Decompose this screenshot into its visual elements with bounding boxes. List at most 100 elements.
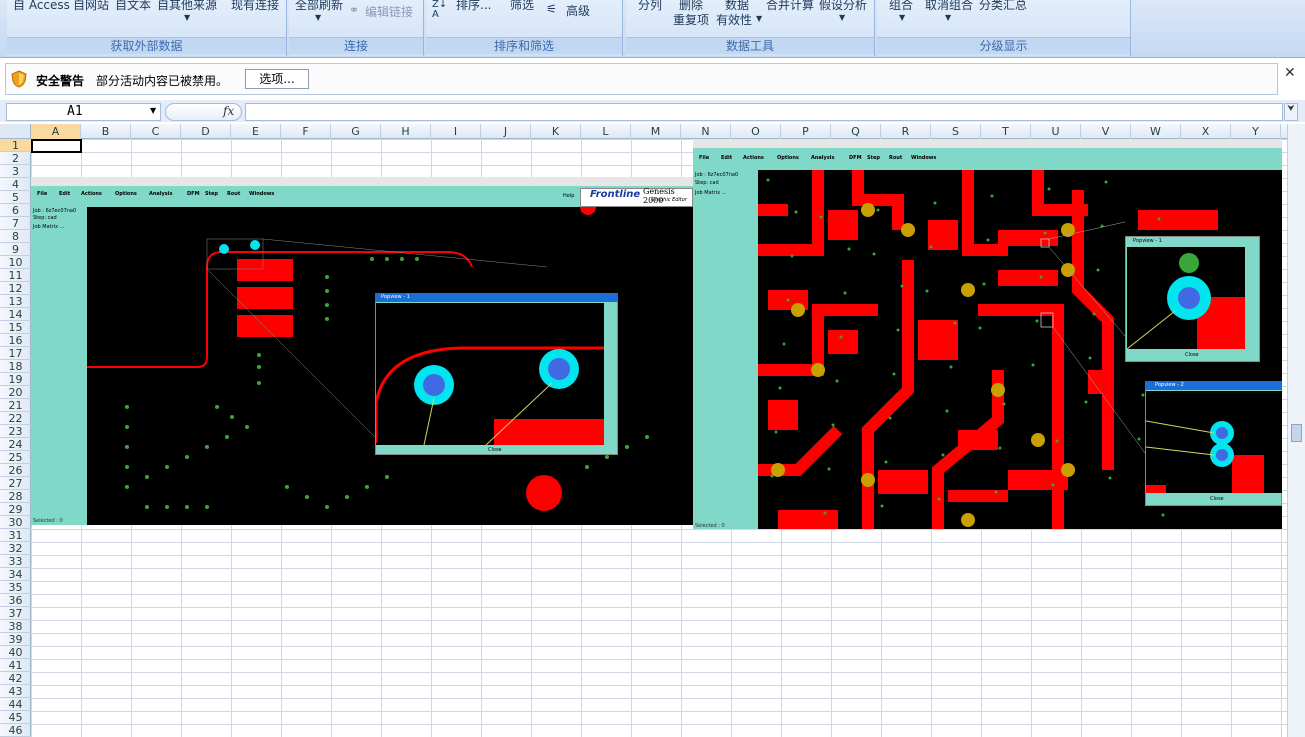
row-header-13[interactable]: 13 xyxy=(0,295,31,308)
row-header-28[interactable]: 28 xyxy=(0,490,31,503)
row-header-32[interactable]: 32 xyxy=(0,542,31,555)
options-button[interactable]: 选项... xyxy=(245,69,309,89)
popview-2b-close-button[interactable]: Close xyxy=(1210,496,1224,502)
column-header-q[interactable]: Q xyxy=(831,124,881,139)
row-header-34[interactable]: 34 xyxy=(0,568,31,581)
formula-input[interactable] xyxy=(245,103,1283,121)
row-header-9[interactable]: 9 xyxy=(0,243,31,256)
column-header-e[interactable]: E xyxy=(231,124,281,139)
embedded-screenshot-2[interactable]: File Edit Actions Options Analysis DFM Step Rou… xyxy=(693,139,1282,529)
row-header-41[interactable]: 41 xyxy=(0,659,31,672)
edit-links-button[interactable]: 编辑链接 xyxy=(365,3,413,20)
row-header-38[interactable]: 38 xyxy=(0,620,31,633)
fx-button[interactable]: fx xyxy=(223,104,234,118)
column-header-x[interactable]: X xyxy=(1181,124,1231,139)
column-header-o[interactable]: O xyxy=(731,124,781,139)
column-header-l[interactable]: L xyxy=(581,124,631,139)
from-access-button[interactable]: 自 Access xyxy=(13,0,70,13)
row-header-6[interactable]: 6 xyxy=(0,204,31,217)
ungroup-button[interactable]: 取消组合 xyxy=(925,0,973,13)
column-header-a[interactable]: A xyxy=(31,124,81,139)
column-header-c[interactable]: C xyxy=(131,124,181,139)
row-header-8[interactable]: 8 xyxy=(0,230,31,243)
row-header-42[interactable]: 42 xyxy=(0,672,31,685)
row-header-30[interactable]: 30 xyxy=(0,516,31,529)
column-header-t[interactable]: T xyxy=(981,124,1031,139)
row-header-46[interactable]: 46 xyxy=(0,724,31,737)
row-header-40[interactable]: 40 xyxy=(0,646,31,659)
active-cell-a1[interactable] xyxy=(31,139,82,153)
select-all-corner[interactable] xyxy=(0,124,31,139)
name-box[interactable]: A1 xyxy=(6,103,161,121)
column-header-k[interactable]: K xyxy=(531,124,581,139)
row-header-25[interactable]: 25 xyxy=(0,451,31,464)
column-header-d[interactable]: D xyxy=(181,124,231,139)
embedded-screenshot-1[interactable]: File Edit Actions Options Analysis DFM Step Rou… xyxy=(31,177,693,525)
row-header-31[interactable]: 31 xyxy=(0,529,31,542)
advanced-button[interactable]: 高级 xyxy=(566,2,590,19)
column-header-b[interactable]: B xyxy=(81,124,131,139)
row-header-22[interactable]: 22 xyxy=(0,412,31,425)
row-header-37[interactable]: 37 xyxy=(0,607,31,620)
expand-formula-bar-icon[interactable]: ⮟ xyxy=(1284,103,1298,121)
popview-2a-close-button[interactable]: Close xyxy=(1185,352,1199,358)
row-header-29[interactable]: 29 xyxy=(0,503,31,516)
sort-button[interactable]: 排序... xyxy=(456,0,491,13)
refresh-all-button[interactable]: 全部刷新 xyxy=(295,0,343,13)
row-header-39[interactable]: 39 xyxy=(0,633,31,646)
filter-button[interactable]: 筛选 xyxy=(510,0,534,13)
column-header-j[interactable]: J xyxy=(481,124,531,139)
row-header-43[interactable]: 43 xyxy=(0,685,31,698)
row-header-15[interactable]: 15 xyxy=(0,321,31,334)
row-header-26[interactable]: 26 xyxy=(0,464,31,477)
row-header-1[interactable]: 1 xyxy=(0,139,31,152)
row-header-7[interactable]: 7 xyxy=(0,217,31,230)
row-header-18[interactable]: 18 xyxy=(0,360,31,373)
column-header-i[interactable]: I xyxy=(431,124,481,139)
row-header-16[interactable]: 16 xyxy=(0,334,31,347)
column-header-g[interactable]: G xyxy=(331,124,381,139)
row-header-3[interactable]: 3 xyxy=(0,165,31,178)
sort-za-icon[interactable]: Z↓ A xyxy=(432,0,447,20)
column-header-m[interactable]: M xyxy=(631,124,681,139)
row-header-44[interactable]: 44 xyxy=(0,698,31,711)
from-web-button[interactable]: 自网站 xyxy=(73,0,109,13)
row-header-14[interactable]: 14 xyxy=(0,308,31,321)
what-if-analysis-button[interactable]: 假设分析 xyxy=(819,0,867,13)
column-header-n[interactable]: N xyxy=(681,124,731,139)
scrollbar-thumb[interactable] xyxy=(1291,424,1302,442)
vertical-scrollbar[interactable] xyxy=(1287,124,1305,737)
column-header-h[interactable]: H xyxy=(381,124,431,139)
column-header-s[interactable]: S xyxy=(931,124,981,139)
column-header-p[interactable]: P xyxy=(781,124,831,139)
column-header-u[interactable]: U xyxy=(1031,124,1081,139)
row-header-2[interactable]: 2 xyxy=(0,152,31,165)
column-header-w[interactable]: W xyxy=(1131,124,1181,139)
column-header-v[interactable]: V xyxy=(1081,124,1131,139)
row-header-4[interactable]: 4 xyxy=(0,178,31,191)
column-header-y[interactable]: Y xyxy=(1231,124,1281,139)
close-icon[interactable]: ✕ xyxy=(1284,65,1296,81)
row-header-12[interactable]: 12 xyxy=(0,282,31,295)
row-header-23[interactable]: 23 xyxy=(0,425,31,438)
popview-1-close-button[interactable]: Close xyxy=(488,447,502,453)
row-header-35[interactable]: 35 xyxy=(0,581,31,594)
row-header-5[interactable]: 5 xyxy=(0,191,31,204)
subtotal-button[interactable]: 分类汇总 xyxy=(979,0,1027,13)
row-header-24[interactable]: 24 xyxy=(0,438,31,451)
group-button[interactable]: 组合 xyxy=(889,0,913,13)
text-to-columns-button[interactable]: 分列 xyxy=(638,0,662,13)
consolidate-button[interactable]: 合并计算 xyxy=(766,0,814,13)
row-header-36[interactable]: 36 xyxy=(0,594,31,607)
from-other-sources-button[interactable]: 自其他来源 xyxy=(157,0,217,13)
row-header-17[interactable]: 17 xyxy=(0,347,31,360)
row-header-45[interactable]: 45 xyxy=(0,711,31,724)
row-header-10[interactable]: 10 xyxy=(0,256,31,269)
row-header-21[interactable]: 21 xyxy=(0,399,31,412)
row-header-19[interactable]: 19 xyxy=(0,373,31,386)
row-header-27[interactable]: 27 xyxy=(0,477,31,490)
from-text-button[interactable]: 自文本 xyxy=(115,0,151,13)
chevron-down-icon[interactable]: ▼ xyxy=(150,106,156,115)
row-header-11[interactable]: 11 xyxy=(0,269,31,282)
column-header-f[interactable]: F xyxy=(281,124,331,139)
